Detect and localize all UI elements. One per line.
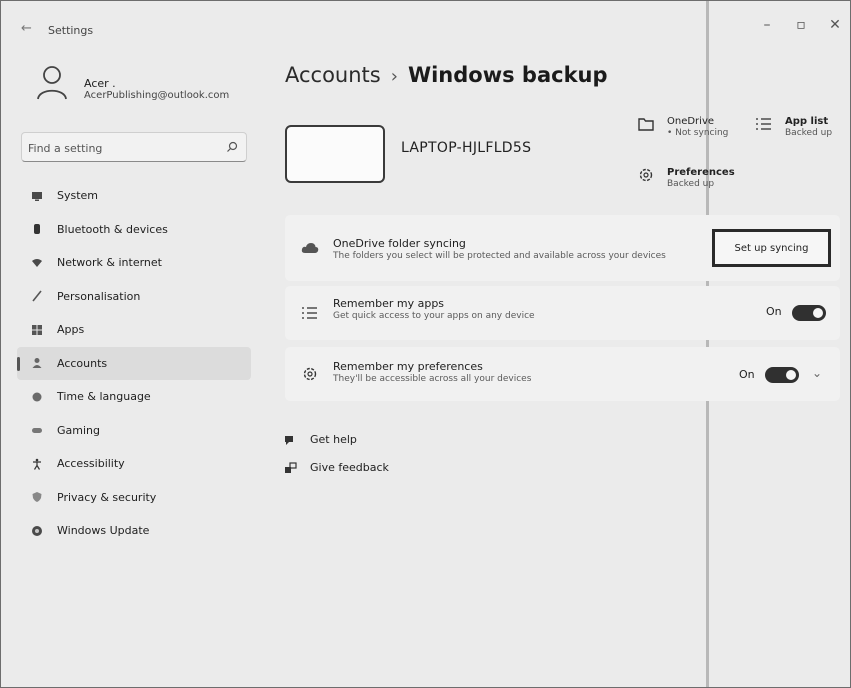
card-prefs-title: Remember my preferences (333, 360, 483, 373)
close-button[interactable]: ✕ (823, 15, 847, 35)
wifi-icon (32, 258, 42, 267)
search-box[interactable] (21, 132, 247, 162)
user-name: Acer . (84, 77, 116, 90)
back-arrow-icon[interactable]: ← (21, 22, 35, 36)
sidebar-item-apps[interactable]: Apps (17, 313, 251, 347)
status-onedrive-sub: • Not syncing (667, 128, 729, 138)
status-preferences: Preferences Backed up (637, 167, 747, 195)
status-onedrive: OneDrive • Not syncing (637, 116, 747, 144)
folder-icon (638, 118, 654, 131)
feedback-icon (285, 461, 297, 473)
gamepad-icon (32, 428, 42, 434)
photo-fold (706, 1, 709, 687)
get-help-label: Get help (310, 433, 357, 446)
card-onedrive-desc: The folders you select will be protected… (333, 251, 666, 261)
chevron-down-icon[interactable]: ⌄ (812, 366, 822, 380)
sidebar-item-privacy[interactable]: Privacy & security (17, 481, 251, 515)
sidebar-item-accounts[interactable]: Accounts (17, 346, 251, 380)
status-applist-title: App list (785, 116, 829, 127)
status-preferences-title: Preferences (667, 167, 735, 178)
active-indicator (17, 356, 20, 371)
gear-icon (303, 367, 317, 381)
sidebar-item-label: Accessibility (57, 457, 125, 471)
sidebar-item-label: Bluetooth & devices (57, 222, 168, 236)
card-onedrive-syncing: OneDrive folder syncing The folders you … (285, 215, 840, 281)
search-icon[interactable] (226, 141, 238, 153)
user-avatar-icon[interactable] (35, 63, 69, 101)
help-icon (285, 435, 293, 445)
sidebar-item-accessibility[interactable]: Accessibility (17, 447, 251, 481)
status-onedrive-title: OneDrive (667, 116, 715, 127)
globe-clock-icon (32, 392, 42, 402)
sidebar-item-network[interactable]: Network & internet (17, 246, 251, 280)
remember-preferences-toggle[interactable] (765, 367, 799, 383)
cloud-icon (301, 243, 319, 253)
list-icon (756, 118, 771, 130)
card-onedrive-title: OneDrive folder syncing (333, 237, 466, 250)
list-icon (302, 307, 317, 319)
title-bar: ← Settings – ▫ ✕ (1, 1, 850, 45)
breadcrumb-separator: › (390, 66, 398, 87)
bluetooth-icon (34, 224, 40, 235)
sidebar-item-personalisation[interactable]: Personalisation (17, 280, 251, 314)
update-icon (32, 525, 42, 536)
card-apps-title: Remember my apps (333, 297, 445, 310)
sidebar-item-time-language[interactable]: Time & language (17, 380, 251, 414)
status-applist-sub: Backed up (785, 128, 833, 138)
get-help-link[interactable]: Get help (284, 433, 357, 446)
sidebar-nav: System Bluetooth & devices Network & int… (17, 179, 251, 548)
sidebar-item-label: Network & internet (57, 256, 162, 270)
breadcrumb-parent[interactable]: Accounts (285, 63, 381, 87)
sidebar-item-gaming[interactable]: Gaming (17, 414, 251, 448)
card-prefs-desc: They'll be accessible across all your de… (333, 374, 532, 384)
minimize-button[interactable]: – (755, 15, 779, 35)
sidebar-item-label: Personalisation (57, 289, 141, 303)
card-apps-desc: Get quick access to your apps on any dev… (333, 311, 535, 321)
sidebar-item-label: Windows Update (57, 524, 150, 538)
app-title: Settings (48, 24, 94, 37)
accessibility-icon (33, 458, 41, 470)
give-feedback-label: Give feedback (310, 461, 389, 474)
gear-icon (639, 168, 653, 182)
device-name: LAPTOP-HJLFLD5S (401, 140, 532, 156)
status-applist: App list Backed up (755, 116, 840, 144)
sidebar-item-label: Privacy & security (57, 490, 157, 504)
sidebar-item-label: System (57, 189, 99, 203)
settings-window: ← Settings – ▫ ✕ Acer . AcerPublishing@o… (0, 0, 851, 688)
person-icon (32, 358, 42, 369)
toggle-state-label: On (766, 305, 782, 318)
remember-apps-toggle[interactable] (792, 305, 826, 321)
sidebar-item-bluetooth[interactable]: Bluetooth & devices (17, 213, 251, 247)
monitor-icon (32, 191, 42, 201)
breadcrumb: Accounts › Windows backup (285, 63, 608, 87)
card-remember-preferences[interactable]: Remember my preferences They'll be acces… (285, 347, 840, 401)
sidebar-item-label: Accounts (57, 356, 108, 370)
toggle-knob (813, 308, 823, 318)
set-up-syncing-button[interactable]: Set up syncing (712, 229, 831, 267)
page-title: Windows backup (407, 63, 608, 87)
sidebar-item-system[interactable]: System (17, 179, 251, 213)
card-remember-apps[interactable]: Remember my apps Get quick access to you… (285, 286, 840, 340)
device-image (285, 125, 385, 183)
sidebar-item-label: Gaming (57, 423, 100, 437)
search-input[interactable] (28, 139, 218, 157)
sidebar-item-windows-update[interactable]: Windows Update (17, 514, 251, 548)
apps-icon (32, 324, 42, 335)
give-feedback-link[interactable]: Give feedback (284, 461, 389, 474)
toggle-state-label: On (739, 368, 755, 381)
user-email: AcerPublishing@outlook.com (84, 90, 230, 101)
toggle-knob (786, 370, 796, 380)
status-preferences-sub: Backed up (667, 179, 715, 189)
shield-icon (32, 492, 42, 503)
brush-icon (32, 290, 42, 302)
sidebar-item-label: Apps (57, 323, 85, 337)
maximize-button[interactable]: ▫ (789, 15, 813, 35)
sidebar-item-label: Time & language (57, 390, 151, 404)
